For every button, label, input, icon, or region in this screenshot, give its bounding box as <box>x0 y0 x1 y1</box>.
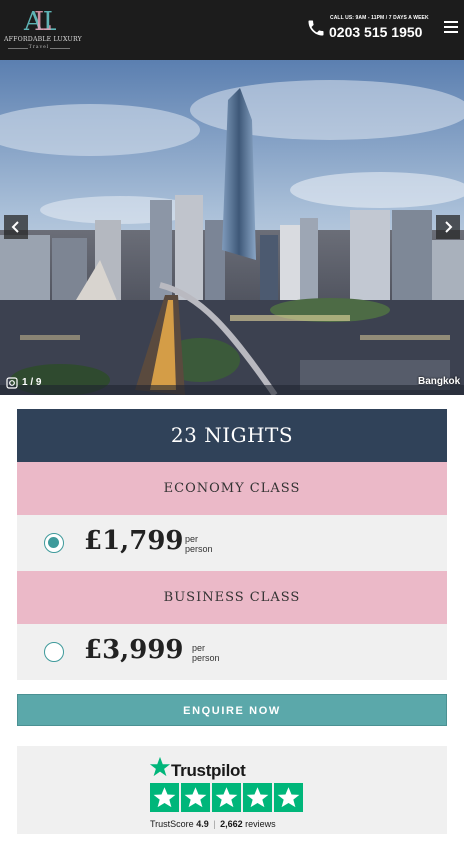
economy-price-option[interactable]: £1,799 per person <box>17 515 447 571</box>
site-header: AL L AFFORDABLE LUXURY Travel CALL US: 9… <box>0 0 464 60</box>
hero-image <box>0 60 464 395</box>
gallery-prev-button[interactable] <box>4 215 28 239</box>
star-icon <box>212 783 241 812</box>
logo-name: AFFORDABLE LUXURY <box>4 36 82 43</box>
economy-class-header: ECONOMY CLASS <box>17 462 447 515</box>
class-label: ECONOMY CLASS <box>163 481 301 496</box>
reviews-count: 2,662 <box>220 819 243 829</box>
per-person-label: per person <box>192 643 220 663</box>
business-price-option[interactable]: £3,999 per person <box>17 624 447 680</box>
logo-mark: AL L <box>23 7 56 36</box>
gallery-next-button[interactable] <box>436 215 460 239</box>
phone-number[interactable]: 0203 515 1950 <box>329 24 422 40</box>
person-text: person <box>192 653 220 663</box>
trustpilot-widget[interactable]: Trustpilot TrustScore 4.9 | 2,662 review… <box>17 746 447 834</box>
phone-icon <box>308 20 324 36</box>
economy-price: £1,799 <box>84 526 184 556</box>
location-caption: Bangkok <box>418 376 461 387</box>
star-icon <box>181 783 210 812</box>
nights-label: 23 NIGHTS <box>170 423 294 447</box>
trustpilot-logo: Trustpilot <box>149 756 249 780</box>
reviews-label: reviews <box>245 819 276 829</box>
call-us[interactable]: CALL US: 9AM - 11PM / 7 DAYS A WEEK 0203… <box>306 14 430 44</box>
chevron-left-icon <box>11 221 19 233</box>
class-label: BUSINESS CLASS <box>163 590 301 605</box>
star-icon <box>243 783 272 812</box>
star-icon <box>149 756 171 777</box>
business-price: £3,999 <box>84 635 184 665</box>
enquire-now-button[interactable]: ENQUIRE NOW <box>17 694 447 726</box>
chevron-right-icon <box>445 221 453 233</box>
business-radio[interactable] <box>44 642 64 662</box>
radio-selected-dot <box>48 537 59 548</box>
svg-text:L: L <box>34 7 51 36</box>
separator: | <box>213 819 216 829</box>
trustpilot-brand: Trustpilot <box>171 761 246 780</box>
gallery-counter-text: 1 / 9 <box>22 377 42 388</box>
menu-icon[interactable] <box>444 20 460 34</box>
enquire-now-label: ENQUIRE NOW <box>183 705 281 717</box>
trustscore-value: 4.9 <box>196 819 209 829</box>
city-skyline-photo <box>0 60 464 395</box>
economy-radio[interactable] <box>44 533 64 553</box>
person-text: person <box>185 544 213 554</box>
business-class-header: BUSINESS CLASS <box>17 571 447 624</box>
nights-header: 23 NIGHTS <box>17 409 447 462</box>
logo[interactable]: AL L AFFORDABLE LUXURY Travel <box>4 4 82 56</box>
trustscore-label: TrustScore <box>150 819 194 829</box>
call-hours: CALL US: 9AM - 11PM / 7 DAYS A WEEK <box>330 15 429 21</box>
gallery-icon <box>6 377 18 389</box>
per-text: per <box>192 643 206 653</box>
trustscore-text: TrustScore 4.9 | 2,662 reviews <box>150 819 276 829</box>
per-person-label: per person <box>185 534 213 554</box>
logo-divider <box>50 48 70 49</box>
star-icon <box>150 783 179 812</box>
star-icon <box>274 783 303 812</box>
per-text: per <box>185 534 199 544</box>
trustpilot-stars <box>150 783 304 812</box>
